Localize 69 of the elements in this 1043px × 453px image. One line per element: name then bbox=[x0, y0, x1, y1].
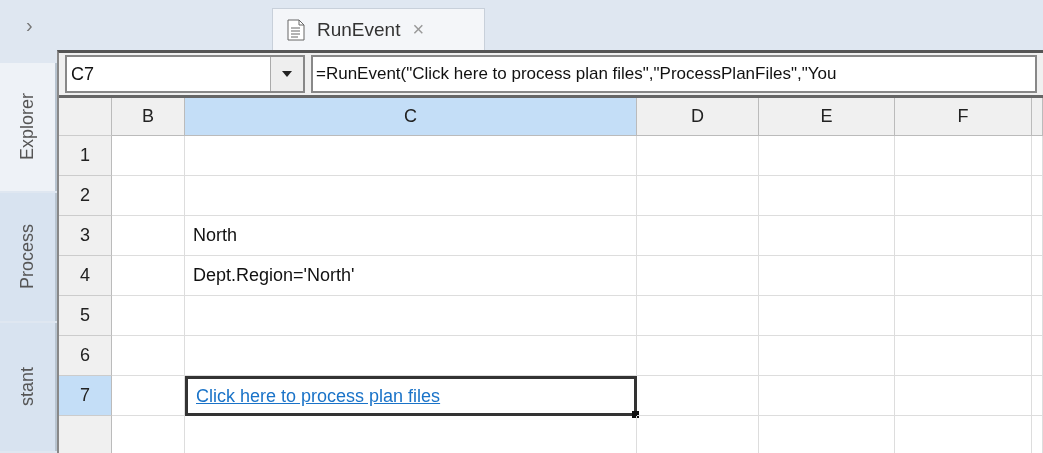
table-cell[interactable] bbox=[759, 216, 895, 256]
document-tab[interactable]: RunEvent × bbox=[272, 8, 485, 50]
table-cell[interactable] bbox=[1032, 216, 1043, 256]
expand-button[interactable]: › bbox=[26, 13, 33, 37]
table-cell[interactable] bbox=[637, 136, 759, 176]
side-tab[interactable]: Explorer bbox=[0, 63, 57, 191]
table-cell[interactable] bbox=[1032, 176, 1043, 216]
table-cell[interactable] bbox=[895, 216, 1032, 256]
formula-field[interactable]: =RunEvent("Click here to process plan files","ProcessPlanFiles","You bbox=[311, 55, 1037, 93]
table-cell[interactable] bbox=[637, 256, 759, 296]
table-cell[interactable] bbox=[637, 176, 759, 216]
cell-link[interactable]: Click here to process plan files bbox=[196, 385, 441, 407]
table-cell[interactable] bbox=[1032, 136, 1043, 176]
table-cell[interactable] bbox=[112, 216, 185, 256]
table-cell[interactable] bbox=[1032, 256, 1043, 296]
row-header[interactable]: 7 bbox=[59, 376, 112, 416]
table-cell[interactable] bbox=[112, 256, 185, 296]
table-cell[interactable] bbox=[637, 296, 759, 336]
column-header[interactable]: E bbox=[759, 98, 895, 136]
table-cell[interactable] bbox=[1032, 376, 1043, 416]
table-cell[interactable] bbox=[759, 376, 895, 416]
side-tab[interactable]: Process bbox=[0, 193, 57, 321]
table-cell[interactable] bbox=[185, 176, 637, 216]
table-cell[interactable]: North bbox=[185, 216, 637, 256]
row-header[interactable]: 4 bbox=[59, 256, 112, 296]
table-cell[interactable] bbox=[1032, 336, 1043, 376]
dropdown-button[interactable] bbox=[270, 57, 303, 91]
table-cell[interactable] bbox=[112, 336, 185, 376]
table-cell[interactable] bbox=[759, 176, 895, 216]
row-header[interactable]: 5 bbox=[59, 296, 112, 336]
table-cell[interactable] bbox=[637, 216, 759, 256]
row-header[interactable]: 3 bbox=[59, 216, 112, 256]
table-cell[interactable] bbox=[895, 336, 1032, 376]
table-cell[interactable] bbox=[1032, 296, 1043, 336]
table-cell[interactable] bbox=[185, 336, 637, 376]
row-header[interactable] bbox=[59, 416, 112, 453]
table-cell[interactable] bbox=[112, 136, 185, 176]
table-cell[interactable]: Dept.Region='North' bbox=[185, 256, 637, 296]
table-cell[interactable] bbox=[895, 176, 1032, 216]
column-header[interactable]: B bbox=[112, 98, 185, 136]
document-icon bbox=[287, 18, 305, 41]
column-header[interactable]: F bbox=[895, 98, 1032, 136]
column-header[interactable] bbox=[1032, 98, 1043, 136]
name-box[interactable]: C7 bbox=[65, 55, 305, 93]
table-cell[interactable] bbox=[759, 296, 895, 336]
table-cell[interactable] bbox=[185, 296, 637, 336]
table-cell[interactable] bbox=[895, 136, 1032, 176]
table-cell[interactable] bbox=[112, 376, 185, 416]
table-cell[interactable] bbox=[759, 136, 895, 176]
table-cell[interactable] bbox=[112, 296, 185, 336]
table-cell[interactable] bbox=[112, 176, 185, 216]
table-cell[interactable] bbox=[637, 376, 759, 416]
table-cell[interactable] bbox=[759, 336, 895, 376]
table-cell[interactable] bbox=[759, 256, 895, 296]
corner-cell[interactable] bbox=[59, 98, 112, 136]
table-cell[interactable] bbox=[895, 296, 1032, 336]
table-cell[interactable]: Click here to process plan files bbox=[185, 376, 637, 416]
column-header[interactable]: D bbox=[637, 98, 759, 136]
row-header[interactable]: 6 bbox=[59, 336, 112, 376]
table-cell[interactable] bbox=[185, 136, 637, 176]
side-tab[interactable]: stant bbox=[0, 323, 57, 451]
table-cell[interactable] bbox=[895, 256, 1032, 296]
caret-icon bbox=[282, 71, 292, 77]
table-cell[interactable] bbox=[895, 376, 1032, 416]
fill-handle[interactable] bbox=[632, 411, 639, 418]
row-header[interactable]: 1 bbox=[59, 136, 112, 176]
table-cell[interactable] bbox=[637, 336, 759, 376]
column-header[interactable]: C bbox=[185, 98, 637, 136]
row-header[interactable]: 2 bbox=[59, 176, 112, 216]
